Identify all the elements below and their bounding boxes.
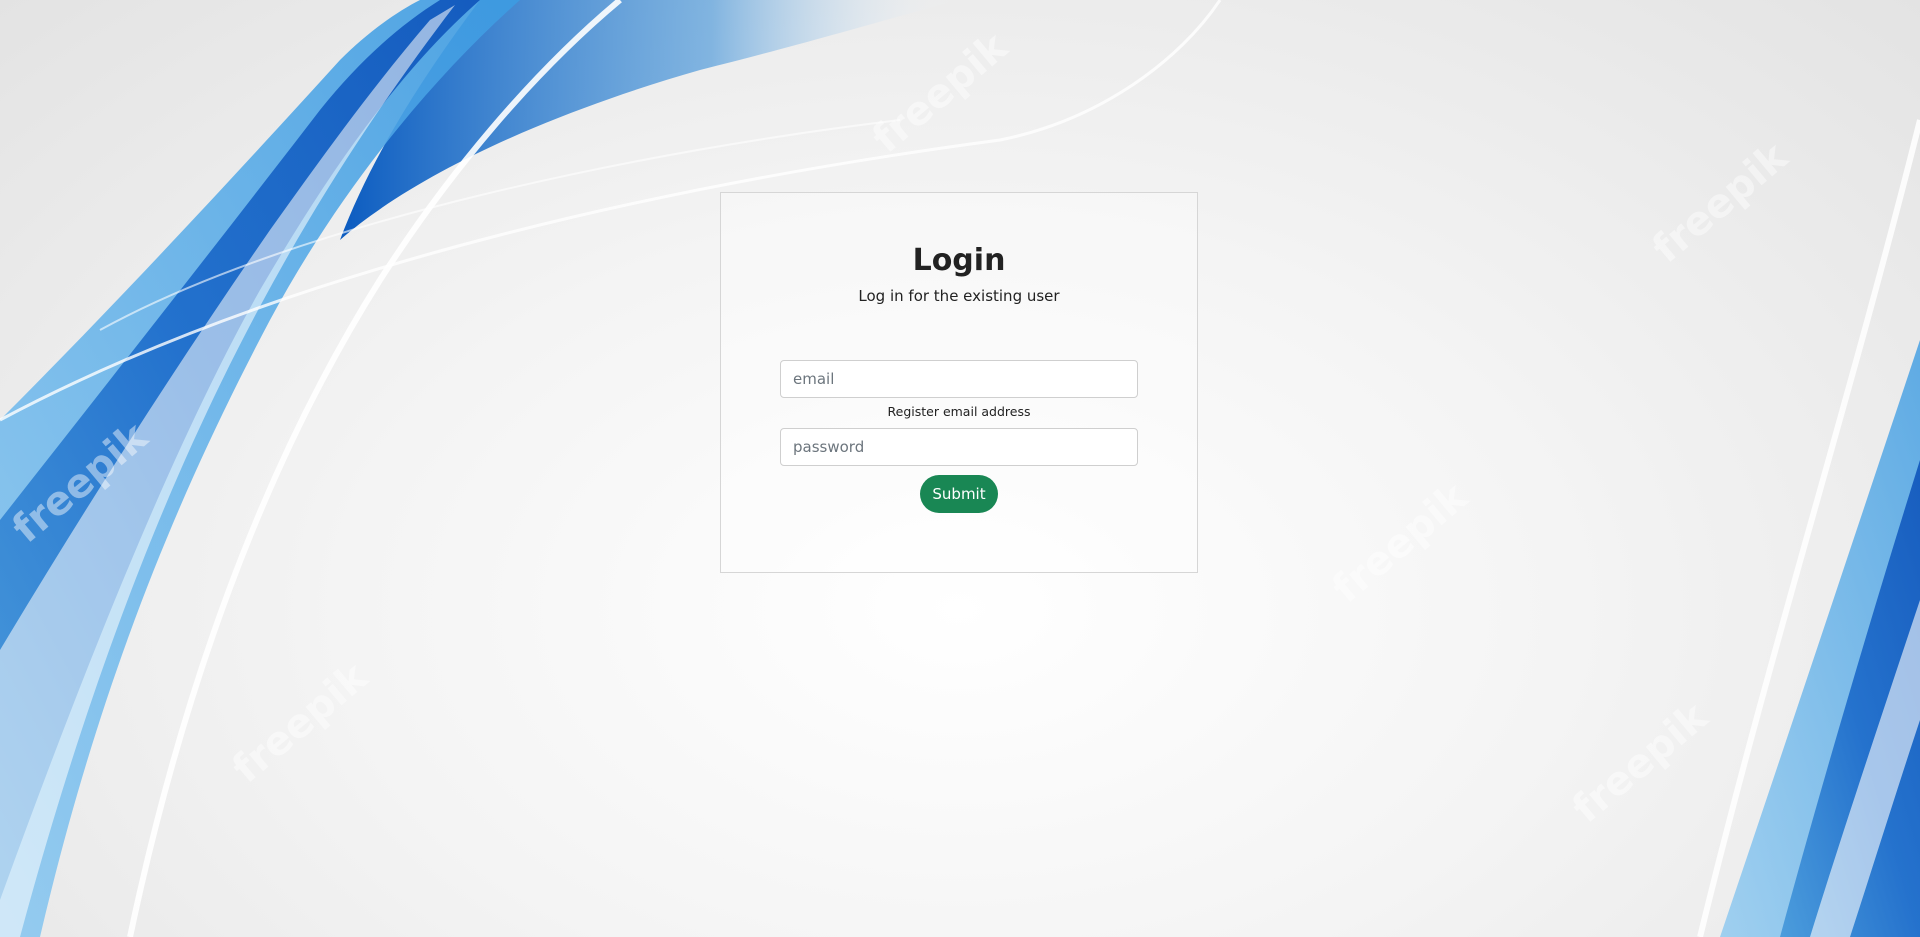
password-input[interactable] bbox=[780, 428, 1138, 466]
submit-button[interactable]: Submit bbox=[920, 475, 998, 513]
login-title: Login bbox=[912, 243, 1006, 278]
login-card: Login Log in for the existing user Regis… bbox=[720, 192, 1198, 573]
login-subtitle: Log in for the existing user bbox=[858, 287, 1060, 305]
email-help-text: Register email address bbox=[887, 404, 1031, 419]
login-form: Register email address Submit bbox=[721, 360, 1197, 513]
email-input[interactable] bbox=[780, 360, 1138, 398]
